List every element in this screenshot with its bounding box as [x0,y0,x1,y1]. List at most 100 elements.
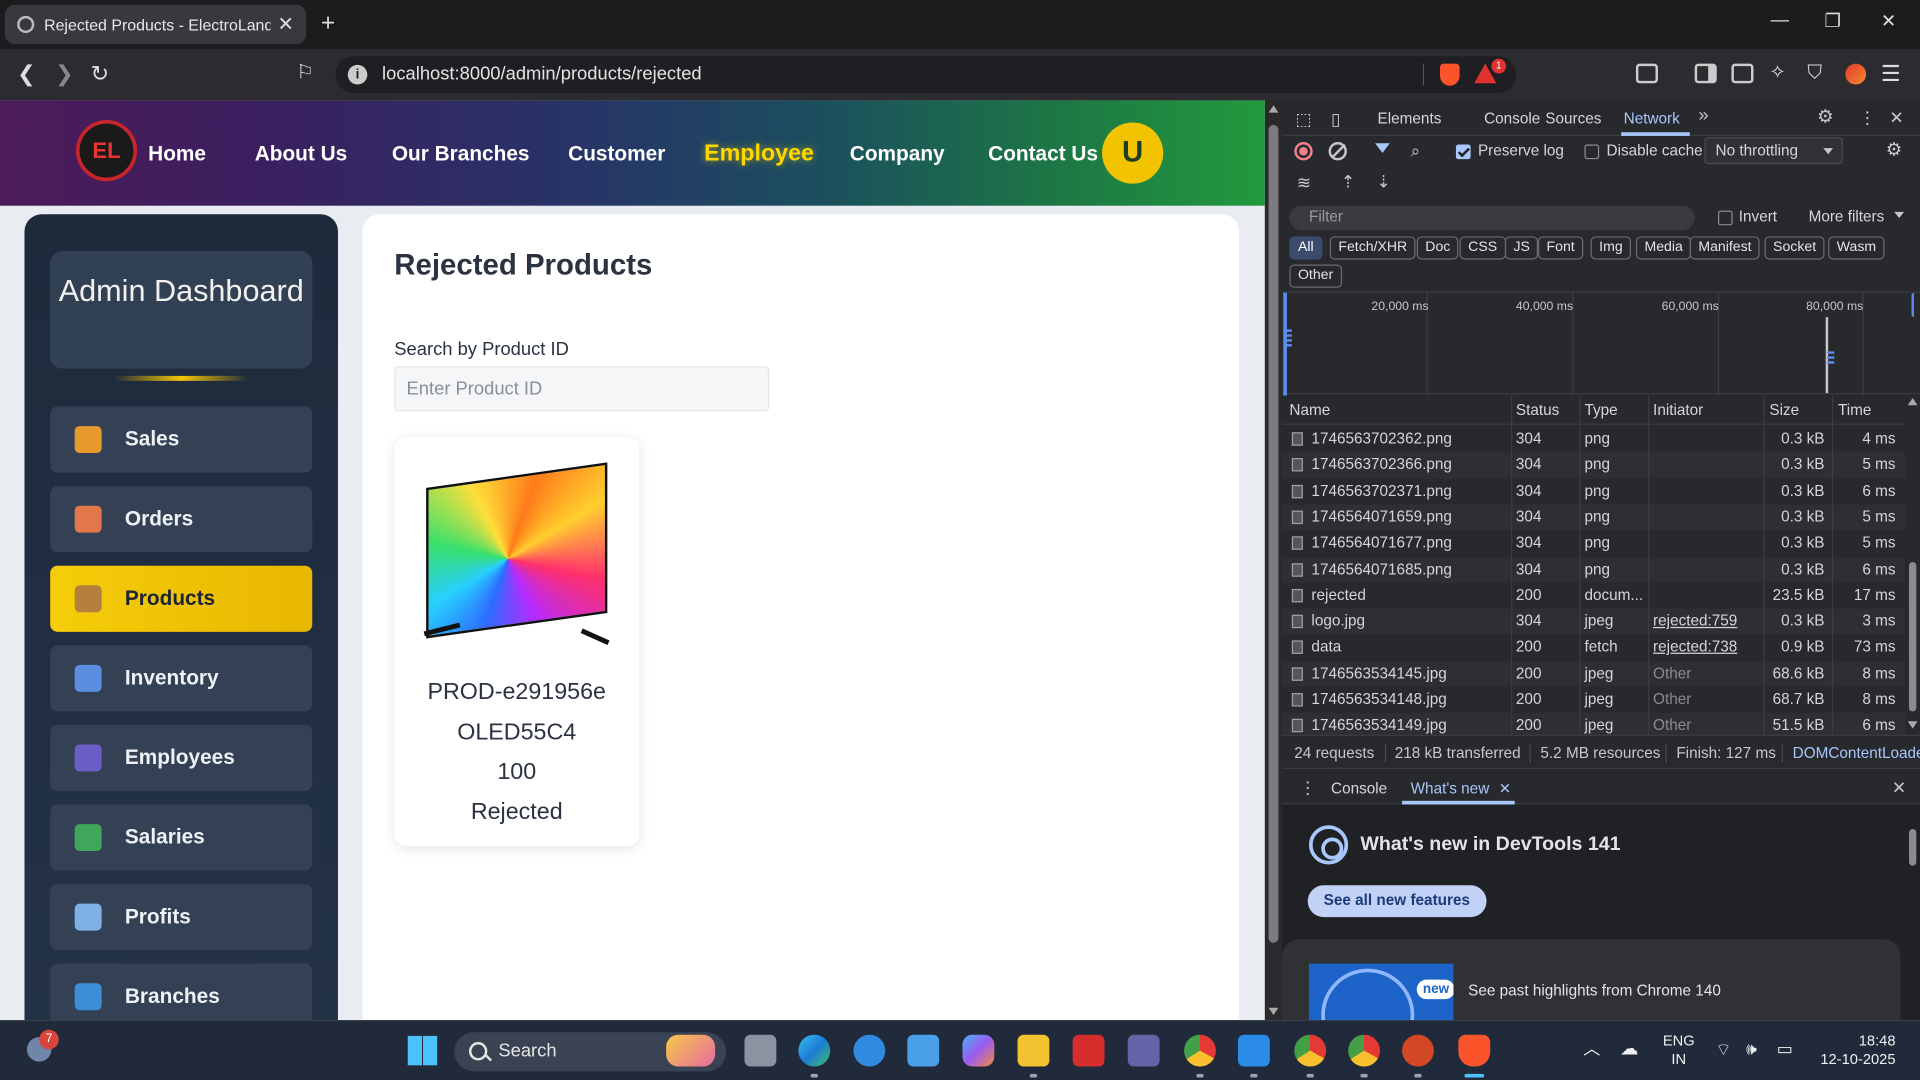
drawer-scrollbar[interactable] [1905,804,1920,1020]
table-row[interactable]: 1746564071685.png 304 png 0.3 kB 6 ms [1282,556,1906,583]
vpn-icon[interactable]: ⛉ [1807,61,1822,85]
address-bar[interactable]: i localhost:8000/admin/products/rejected… [335,56,1516,94]
site-info-icon[interactable]: i [347,64,368,85]
disable-cache-checkbox[interactable] [1584,144,1600,160]
chrome-profile-icon[interactable] [1294,1034,1327,1067]
filter-pill-doc[interactable]: Doc [1416,236,1459,260]
store-icon[interactable] [907,1034,940,1067]
export-har-icon[interactable]: ⇣ [1376,173,1390,190]
back-icon[interactable]: ❮ [17,61,35,85]
table-row[interactable]: logo.jpg 304 jpeg rejected:759 0.3 kB 3 ms [1282,608,1906,635]
tab-network[interactable]: Network [1624,110,1680,127]
mcafee-icon[interactable] [1072,1034,1105,1067]
edge-icon[interactable] [798,1034,831,1067]
nav-employee[interactable]: Employee [704,141,814,168]
product-card[interactable]: PROD-e291956e OLED55C4 100 Rejected [394,437,640,847]
filter-pill-img[interactable]: Img [1590,236,1632,260]
file-explorer-icon[interactable] [1017,1034,1050,1067]
forward-icon[interactable]: ❯ [55,61,73,85]
filter-pill-media[interactable]: Media [1635,236,1692,260]
site-logo[interactable]: EL [75,120,138,182]
task-view-icon[interactable] [744,1034,777,1067]
start-button[interactable] [407,1035,438,1066]
brave-icon[interactable] [1458,1034,1491,1067]
more-options-icon[interactable]: ⋮ [1859,109,1876,126]
table-row[interactable]: 1746563702366.png 304 png 0.3 kB 5 ms [1282,452,1906,479]
see-all-features-button[interactable]: See all new features [1307,885,1486,918]
filter-pill-js[interactable]: JS [1504,236,1539,260]
table-row[interactable]: 1746563534149.jpg 200 jpeg Other 51.5 kB 6 ms [1282,713,1906,735]
cell-initiator[interactable]: rejected:759 [1653,612,1737,629]
network-conditions-icon[interactable]: ≋ [1297,174,1311,191]
new-tab-button[interactable]: + [321,10,335,38]
bookmark-icon[interactable]: ⚐ [296,61,314,85]
reload-icon[interactable]: ↻ [91,61,109,85]
drawer-menu-icon[interactable]: ⋮ [1299,779,1316,796]
copilot-icon[interactable] [962,1034,995,1067]
page-scrollbar[interactable] [1264,100,1283,1021]
device-toolbar-icon[interactable]: ▯ [1331,110,1340,127]
nav-customer[interactable]: Customer [568,142,665,166]
sidebar-toggle-icon[interactable] [1694,63,1717,84]
sidebar-item-products[interactable]: Products [50,565,313,632]
filter-icon[interactable] [1375,143,1390,154]
filter-pill-socket[interactable]: Socket [1764,236,1825,260]
sidebar-item-inventory[interactable]: Inventory [50,645,313,712]
chrome-highlights-card[interactable]: new See past highlights from Chrome 140 [1282,939,1901,1025]
filter-pill-font[interactable]: Font [1537,236,1584,260]
volume-icon[interactable]: 🕪 [1746,1039,1757,1058]
network-timeline[interactable]: 20,000 ms 40,000 ms 60,000 ms 80,000 ms [1282,291,1920,396]
settings-gear-icon[interactable]: ⚙ [1817,108,1833,126]
drawer-tab-whats-new[interactable]: What's new [1411,780,1490,797]
filter-pill-all[interactable]: All [1289,236,1323,260]
menu-icon[interactable]: ☰ [1881,61,1901,85]
sidebar-item-orders[interactable]: Orders [50,486,313,553]
col-size[interactable]: Size [1769,402,1799,419]
table-row[interactable]: data 200 fetch rejected:738 0.9 kB 73 ms [1282,635,1905,661]
col-type[interactable]: Type [1584,402,1617,419]
drawer-tab-console[interactable]: Console [1331,780,1387,797]
brave-shield-icon[interactable] [1440,63,1460,86]
filter-pill-fetchxhr[interactable]: Fetch/XHR [1329,236,1416,260]
clear-icon[interactable] [1328,142,1347,161]
show-hidden-icons[interactable]: ︿ [1583,1039,1600,1058]
table-row[interactable]: 1746564071677.png 304 png 0.3 kB 5 ms [1282,530,1905,556]
table-row[interactable]: 1746563534148.jpg 200 jpeg Other 68.7 kB 8 ms [1282,687,1905,713]
table-row[interactable]: 1746564071659.png 304 png 0.3 kB 5 ms [1282,504,1906,531]
filter-input[interactable]: Filter [1289,205,1695,231]
import-har-icon[interactable]: ⇡ [1341,173,1355,190]
close-drawer-icon[interactable]: ✕ [1892,779,1906,796]
wifi-icon[interactable]: ⌔ [1716,1040,1732,1059]
sidebar-item-branches[interactable]: Branches [50,963,313,1021]
teams-icon[interactable] [1127,1034,1160,1067]
wallet-icon[interactable] [1731,63,1754,84]
language-indicator[interactable]: ENG IN [1663,1032,1695,1069]
tab-console[interactable]: Console [1484,110,1540,127]
minimize-icon[interactable]: — [1771,10,1789,31]
close-whats-new-icon[interactable]: ✕ [1499,780,1511,797]
more-filters-dropdown[interactable]: More filters [1809,208,1885,225]
tab-sources[interactable]: Sources [1545,110,1601,127]
nav-about-us[interactable]: About Us [255,142,348,166]
product-id-search-input[interactable] [394,366,769,412]
powerpoint-icon[interactable] [1402,1034,1434,1067]
browser-tab[interactable]: Rejected Products - ElectroLand ✕ [4,4,307,45]
profile-icon[interactable] [1845,63,1867,85]
leo-ai-icon[interactable]: ✧ [1769,61,1785,85]
table-row[interactable]: 1746563534145.jpg 200 jpeg Other 68.6 kB 8 ms [1282,660,1906,687]
col-initiator[interactable]: Initiator [1653,402,1703,419]
sidebar-item-profits[interactable]: Profits [50,884,313,951]
invert-checkbox[interactable] [1717,210,1733,226]
close-tab-icon[interactable]: ✕ [277,12,293,36]
preserve-log-checkbox[interactable] [1455,144,1471,160]
col-time[interactable]: Time [1838,402,1871,419]
throttling-select[interactable]: No throttling [1704,137,1843,165]
search-highlight-icon[interactable] [666,1034,716,1067]
table-scrollbar[interactable] [1905,395,1920,735]
nav-company[interactable]: Company [850,142,945,166]
url-text[interactable]: localhost:8000/admin/products/rejected [382,64,702,85]
filter-pill-wasm[interactable]: Wasm [1828,236,1885,260]
table-row[interactable]: 1746563702371.png 304 png 0.3 kB 6 ms [1282,478,1905,504]
help-icon[interactable] [853,1034,886,1067]
vscode-icon[interactable] [1237,1034,1270,1067]
